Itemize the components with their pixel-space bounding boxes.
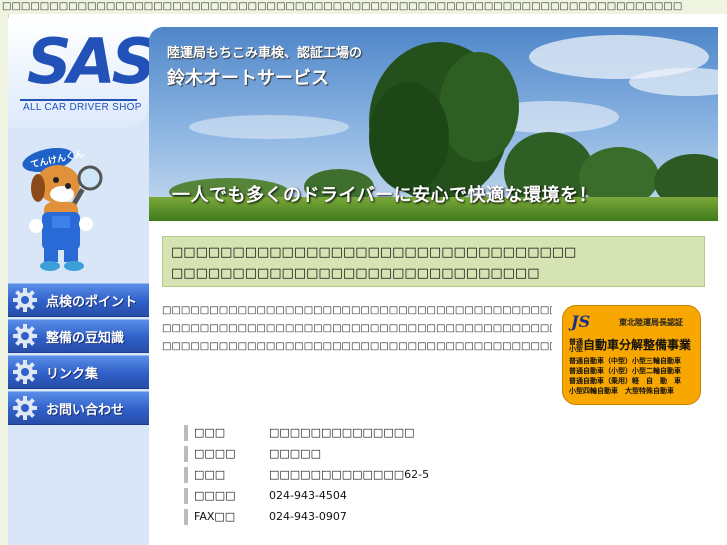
gear-icon (12, 359, 38, 385)
nav-contact-button[interactable]: お問い合わせ (8, 391, 149, 425)
hero-title-line2: 鈴木オートサービス (167, 68, 329, 89)
gear-icon (12, 323, 38, 349)
nav-links-button[interactable]: リンク集 (8, 355, 149, 389)
intro-line: □□□□□□□□□□□□□□□□□□□□□□□□□□□□□□□□□□□□□□□□… (162, 323, 552, 334)
intro-line: □□□□□□□□□□□□□□□□□□□□□□□□□□□□□□□□□□□□□□□□… (162, 341, 552, 352)
notice-box: □□□□□□□□□□□□□□□□□□□□□□□□□□□□□□□□□ □□□□□□… (162, 236, 705, 287)
info-row-marker (184, 488, 188, 504)
info-key: □□□□ (194, 447, 236, 460)
logo-text: SAS (27, 25, 156, 98)
info-key: □□□ (194, 426, 226, 439)
nav-maintenance-tips-button[interactable]: 整備の豆知識 (8, 319, 149, 353)
badge-title: 普通 小型自動車分解整備事業 (569, 336, 691, 353)
top-text: □□□□□□□□□□□□□□□□□□□□□□□□□□□□□□□□□□□□□□□□… (2, 1, 683, 12)
logo-divider (20, 99, 137, 101)
notice-line: □□□□□□□□□□□□□□□□□□□□□□□□□□□□□□□□□ (171, 245, 577, 260)
certification-badge: JS 東北陸運局長認証 普通 小型自動車分解整備事業 普通自動車（中型）小型三輪… (562, 305, 701, 405)
gear-icon (12, 287, 38, 313)
info-key: FAX□□ (194, 510, 236, 523)
nav-label: お問い合わせ (46, 402, 125, 418)
info-row-marker (184, 425, 188, 441)
info-value: □□□□□□□□□□□□□62-5 (269, 468, 430, 481)
info-row-marker (184, 446, 188, 462)
intro-text: □□□□□□□□□□□□□□□□□□□□□□□□□□□□□□□□□□□□□□□□… (162, 302, 552, 356)
gear-icon (12, 395, 38, 421)
nav-label: 点検のポイント (46, 294, 138, 310)
hero-slogan: 一人でも多くのドライバーに安心で快適な環境を！ (172, 185, 598, 206)
info-value: □□□□□□□□□□□□□□ (269, 426, 415, 439)
badge-vehicle-types: 普通自動車（中型）小型三輪自動車 普通自動車（小型）小型二輪自動車 普通自動車（… (569, 357, 681, 395)
info-value: 024-943-0907 (269, 510, 347, 523)
notice-line: □□□□□□□□□□□□□□□□□□□□□□□□□□□□□□ (171, 266, 540, 281)
nav-label: リンク集 (46, 366, 99, 382)
nav-check-points-button[interactable]: 点検のポイント (8, 283, 149, 317)
info-row-marker (184, 467, 188, 483)
company-info-table: □□□ □□□□□□□□□□□□□□ □□□□ □□□□□ □□□ □□□□□□… (184, 424, 584, 529)
info-key: □□□□ (194, 489, 236, 502)
info-row: □□□□ □□□□□ (184, 445, 584, 466)
badge-title-text: 自動車分解整備事業 (583, 338, 692, 352)
intro-line: □□□□□□□□□□□□□□□□□□□□□□□□□□□□□□□□□□□□□□□□… (162, 305, 552, 316)
info-key: □□□ (194, 468, 226, 481)
info-value: □□□□□ (269, 447, 321, 460)
badge-small: 普通 小型 (569, 337, 583, 353)
hero-title-line1: 陸運局もちこみ車検、認証工場の (167, 46, 363, 61)
mascot-dog-image: てんけんくん (22, 147, 103, 271)
info-row: □□□ □□□□□□□□□□□□□□ (184, 424, 584, 445)
info-row: FAX□□ 024-943-0907 (184, 508, 584, 529)
nav-label: 整備の豆知識 (46, 330, 125, 346)
info-row: □□□ □□□□□□□□□□□□□62-5 (184, 466, 584, 487)
badge-mark: JS (571, 312, 591, 331)
info-row-marker (184, 509, 188, 525)
info-value: 024-943-4504 (269, 489, 347, 502)
logo-subtitle: ALL CAR DRIVER SHOP (23, 102, 142, 113)
site-logo[interactable]: SAS ALL CAR DRIVER SHOP (8, 18, 156, 128)
info-row: □□□□ 024-943-4504 (184, 487, 584, 508)
badge-authority: 東北陸運局長認証 (619, 318, 683, 327)
